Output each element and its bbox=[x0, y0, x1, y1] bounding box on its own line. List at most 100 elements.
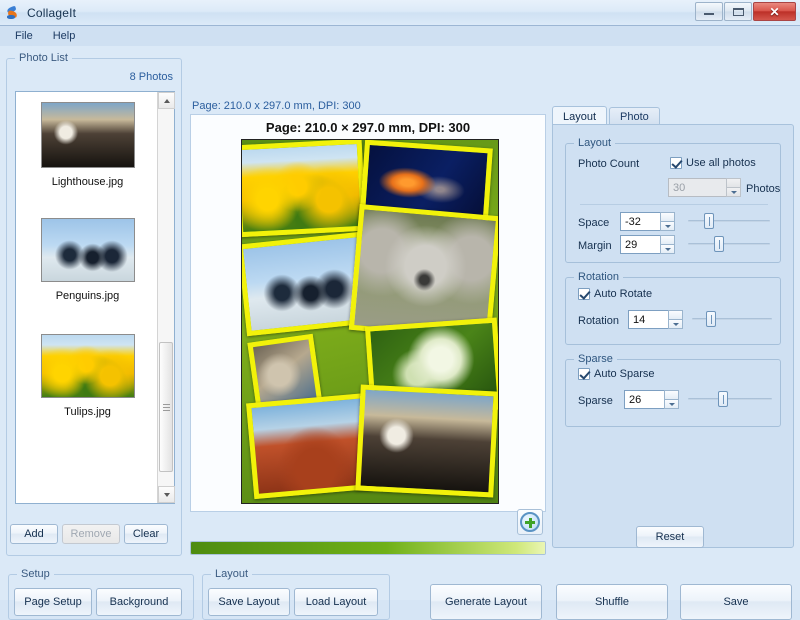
list-item[interactable]: Tulips.jpg bbox=[16, 308, 159, 424]
save-button[interactable]: Save bbox=[680, 584, 792, 620]
sparse-stepper[interactable] bbox=[624, 390, 679, 409]
checkbox-icon bbox=[578, 288, 590, 300]
shuffle-button[interactable]: Shuffle bbox=[556, 584, 668, 620]
list-item[interactable]: Lighthouse.jpg bbox=[16, 92, 159, 194]
stepper-buttons[interactable] bbox=[660, 235, 675, 254]
slider-track bbox=[692, 318, 772, 320]
window-title: CollageIt bbox=[27, 5, 77, 20]
scroll-up-button[interactable] bbox=[158, 92, 175, 109]
photo-list-scroll-content: Lighthouse.jpg Penguins.jpg Tulips.jpg bbox=[16, 92, 159, 503]
slider-track bbox=[688, 243, 770, 245]
chevron-down-icon bbox=[664, 224, 671, 228]
title-bar: CollageIt ✕ bbox=[0, 0, 800, 26]
scroll-down-button[interactable] bbox=[158, 486, 175, 503]
rotation-input[interactable] bbox=[628, 310, 668, 329]
space-label: Space bbox=[578, 217, 610, 229]
page-info-label: Page: 210.0 x 297.0 mm, DPI: 300 bbox=[192, 100, 361, 112]
application-window: CollageIt ✕ File Help Photo List 8 Photo… bbox=[0, 0, 800, 620]
photo-name: Penguins.jpg bbox=[55, 290, 120, 302]
collage-photo-tulips[interactable] bbox=[242, 140, 367, 238]
background-button[interactable]: Background bbox=[96, 588, 182, 616]
stepper-buttons[interactable] bbox=[660, 212, 675, 231]
stepper-buttons[interactable] bbox=[668, 310, 683, 329]
close-icon: ✕ bbox=[769, 4, 780, 19]
load-layout-button[interactable]: Load Layout bbox=[294, 588, 378, 616]
generate-layout-button[interactable]: Generate Layout bbox=[430, 584, 542, 620]
margin-input[interactable] bbox=[620, 235, 660, 254]
stepper-up-button[interactable] bbox=[660, 235, 675, 245]
scrollbar-thumb[interactable] bbox=[159, 342, 173, 472]
checkbox-icon bbox=[578, 368, 590, 380]
progress-bar bbox=[190, 541, 546, 555]
tab-layout[interactable]: Layout bbox=[552, 106, 608, 125]
rotation-slider[interactable] bbox=[692, 311, 772, 327]
chevron-down-icon bbox=[163, 492, 170, 497]
rotation-group-legend: Rotation bbox=[574, 271, 623, 283]
chevron-down-icon bbox=[730, 190, 737, 194]
margin-slider[interactable] bbox=[688, 236, 770, 252]
stepper-up-button[interactable] bbox=[668, 310, 683, 320]
grip-icon bbox=[162, 403, 170, 411]
space-slider[interactable] bbox=[688, 213, 770, 229]
stepper-up-button[interactable] bbox=[664, 390, 679, 400]
photos-suffix-label: Photos bbox=[746, 183, 781, 195]
rotation-settings-group: Rotation Auto Rotate Rotation bbox=[565, 271, 781, 345]
rotation-label: Rotation bbox=[578, 315, 619, 327]
sparse-group-legend: Sparse bbox=[574, 353, 617, 365]
layout-settings-group: Layout Photo Count Use all photos Photo bbox=[565, 137, 781, 263]
clear-photos-button[interactable]: Clear bbox=[124, 524, 168, 544]
photo-thumbnail bbox=[40, 334, 135, 398]
use-all-photos-checkbox[interactable]: Use all photos bbox=[670, 157, 756, 169]
slider-thumb[interactable] bbox=[706, 311, 716, 327]
save-layout-button[interactable]: Save Layout bbox=[208, 588, 290, 616]
menu-item-help[interactable]: Help bbox=[44, 28, 85, 44]
add-zoom-button[interactable] bbox=[517, 509, 543, 535]
progress-bar-fill bbox=[191, 542, 545, 554]
layout-group-legend: Layout bbox=[574, 137, 616, 149]
maximize-button[interactable] bbox=[724, 2, 752, 21]
chevron-down-icon bbox=[664, 247, 671, 251]
stepper-down-button[interactable] bbox=[660, 222, 675, 231]
margin-label: Margin bbox=[578, 240, 612, 252]
auto-sparse-checkbox[interactable]: Auto Sparse bbox=[578, 368, 655, 380]
space-stepper[interactable] bbox=[620, 212, 675, 231]
minimize-icon bbox=[704, 13, 714, 15]
close-button[interactable]: ✕ bbox=[753, 2, 796, 21]
menu-bar: File Help bbox=[0, 26, 800, 46]
collage-canvas[interactable] bbox=[241, 139, 499, 504]
tab-photo[interactable]: Photo bbox=[609, 107, 660, 125]
photo-list-scrollbar[interactable] bbox=[157, 92, 175, 503]
photo-list-box[interactable]: Lighthouse.jpg Penguins.jpg Tulips.jpg bbox=[15, 91, 175, 504]
slider-thumb[interactable] bbox=[714, 236, 724, 252]
chevron-up-icon bbox=[163, 98, 170, 103]
stepper-down-button[interactable] bbox=[664, 400, 679, 409]
slider-thumb[interactable] bbox=[718, 391, 728, 407]
stepper-up-button[interactable] bbox=[660, 212, 675, 222]
rotation-stepper[interactable] bbox=[628, 310, 683, 329]
photo-thumbnail bbox=[40, 218, 135, 282]
client-area: Photo List 8 Photos Lighthouse.jpg Pengu… bbox=[0, 46, 800, 620]
app-logo-icon bbox=[6, 5, 22, 21]
stepper-buttons[interactable] bbox=[664, 390, 679, 409]
list-item[interactable]: Penguins.jpg bbox=[16, 194, 159, 308]
sparse-settings-group: Sparse Auto Sparse Sparse bbox=[565, 353, 781, 427]
preview-panel[interactable]: Page: 210.0 × 297.0 mm, DPI: 300 bbox=[190, 114, 546, 512]
stepper-buttons bbox=[726, 178, 741, 197]
page-setup-button[interactable]: Page Setup bbox=[14, 588, 92, 616]
reset-button[interactable]: Reset bbox=[636, 526, 704, 548]
photo-count-stepper bbox=[668, 178, 741, 197]
sparse-input[interactable] bbox=[624, 390, 664, 409]
sparse-slider[interactable] bbox=[688, 391, 772, 407]
stepper-down-button[interactable] bbox=[660, 245, 675, 254]
space-input[interactable] bbox=[620, 212, 660, 231]
menu-item-file[interactable]: File bbox=[6, 28, 42, 44]
margin-stepper[interactable] bbox=[620, 235, 675, 254]
minimize-button[interactable] bbox=[695, 2, 723, 21]
add-photo-button[interactable]: Add bbox=[10, 524, 58, 544]
photo-thumbnail bbox=[40, 102, 135, 168]
stepper-down-button[interactable] bbox=[668, 320, 683, 329]
collage-photo-lighthouse[interactable] bbox=[355, 384, 498, 498]
slider-thumb[interactable] bbox=[704, 213, 714, 229]
auto-rotate-checkbox[interactable]: Auto Rotate bbox=[578, 288, 652, 300]
plus-circle-icon bbox=[520, 512, 540, 532]
